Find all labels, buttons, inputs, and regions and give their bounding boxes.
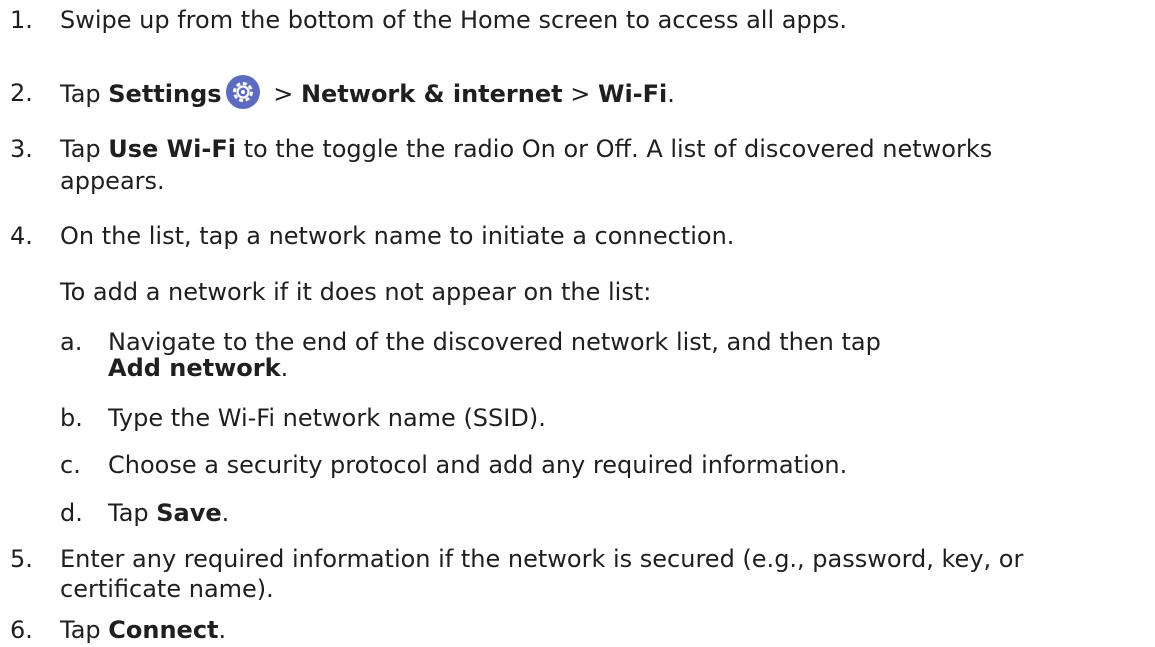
note-text: To add a network if it does not appear o… xyxy=(60,278,652,306)
use-wifi-label: Use Wi-Fi xyxy=(108,135,236,163)
step-text-post: . xyxy=(667,80,675,108)
step-text: Swipe up from the bottom of the Home scr… xyxy=(60,6,848,34)
step-text-pre: Tap xyxy=(60,80,109,108)
substep-text-cont: Add network. xyxy=(108,353,288,383)
step-text-post: . xyxy=(218,616,227,644)
step-text-post: to the toggle the radio On or Off. A lis… xyxy=(235,135,993,163)
save-label: Save xyxy=(156,499,222,527)
wifi-label: Wi-Fi xyxy=(597,80,668,108)
substep-text: Choose a security protocol and add any r… xyxy=(108,451,848,479)
substep-letter: d. xyxy=(60,499,83,527)
step-text: Enter any required information if the ne… xyxy=(60,545,1024,573)
step-text-pre: Tap xyxy=(60,616,109,644)
step-number: 6. xyxy=(10,616,33,644)
substep-letter: b. xyxy=(60,404,83,432)
substep-text-post: . xyxy=(280,354,289,382)
step-text-pre: Tap xyxy=(60,135,109,163)
connect-label: Connect xyxy=(108,616,219,644)
step-text-cont: appears. xyxy=(60,167,165,195)
step-text: On the list, tap a network name to initi… xyxy=(60,222,735,250)
step-number: 3. xyxy=(10,135,33,163)
step-number: 2. xyxy=(10,79,33,107)
substep-text: Type the Wi-Fi network name (SSID). xyxy=(108,404,546,432)
substep-letter: c. xyxy=(60,451,81,479)
settings-label: Settings xyxy=(108,80,222,108)
substep-text-post: . xyxy=(221,499,230,527)
step-text-cont: certificate name). xyxy=(60,575,274,603)
substep-letter: a. xyxy=(60,328,83,356)
step-text: Tap Use Wi-Fi to the toggle the radio On… xyxy=(60,134,992,164)
separator: > xyxy=(562,80,598,108)
add-network-label: Add network xyxy=(108,354,281,382)
separator: > xyxy=(265,80,301,108)
substep-text-pre: Tap xyxy=(108,499,157,527)
step-text: Tap Settings > Network & internet > Wi-F… xyxy=(60,75,675,112)
settings-gear-icon xyxy=(225,75,260,109)
step-number: 4. xyxy=(10,222,33,250)
substep-text: Tap Save. xyxy=(108,498,229,528)
step-text: Tap Connect. xyxy=(60,615,226,645)
step-number: 5. xyxy=(10,545,33,573)
network-internet-label: Network & internet xyxy=(300,80,563,108)
step-number: 1. xyxy=(10,6,33,34)
